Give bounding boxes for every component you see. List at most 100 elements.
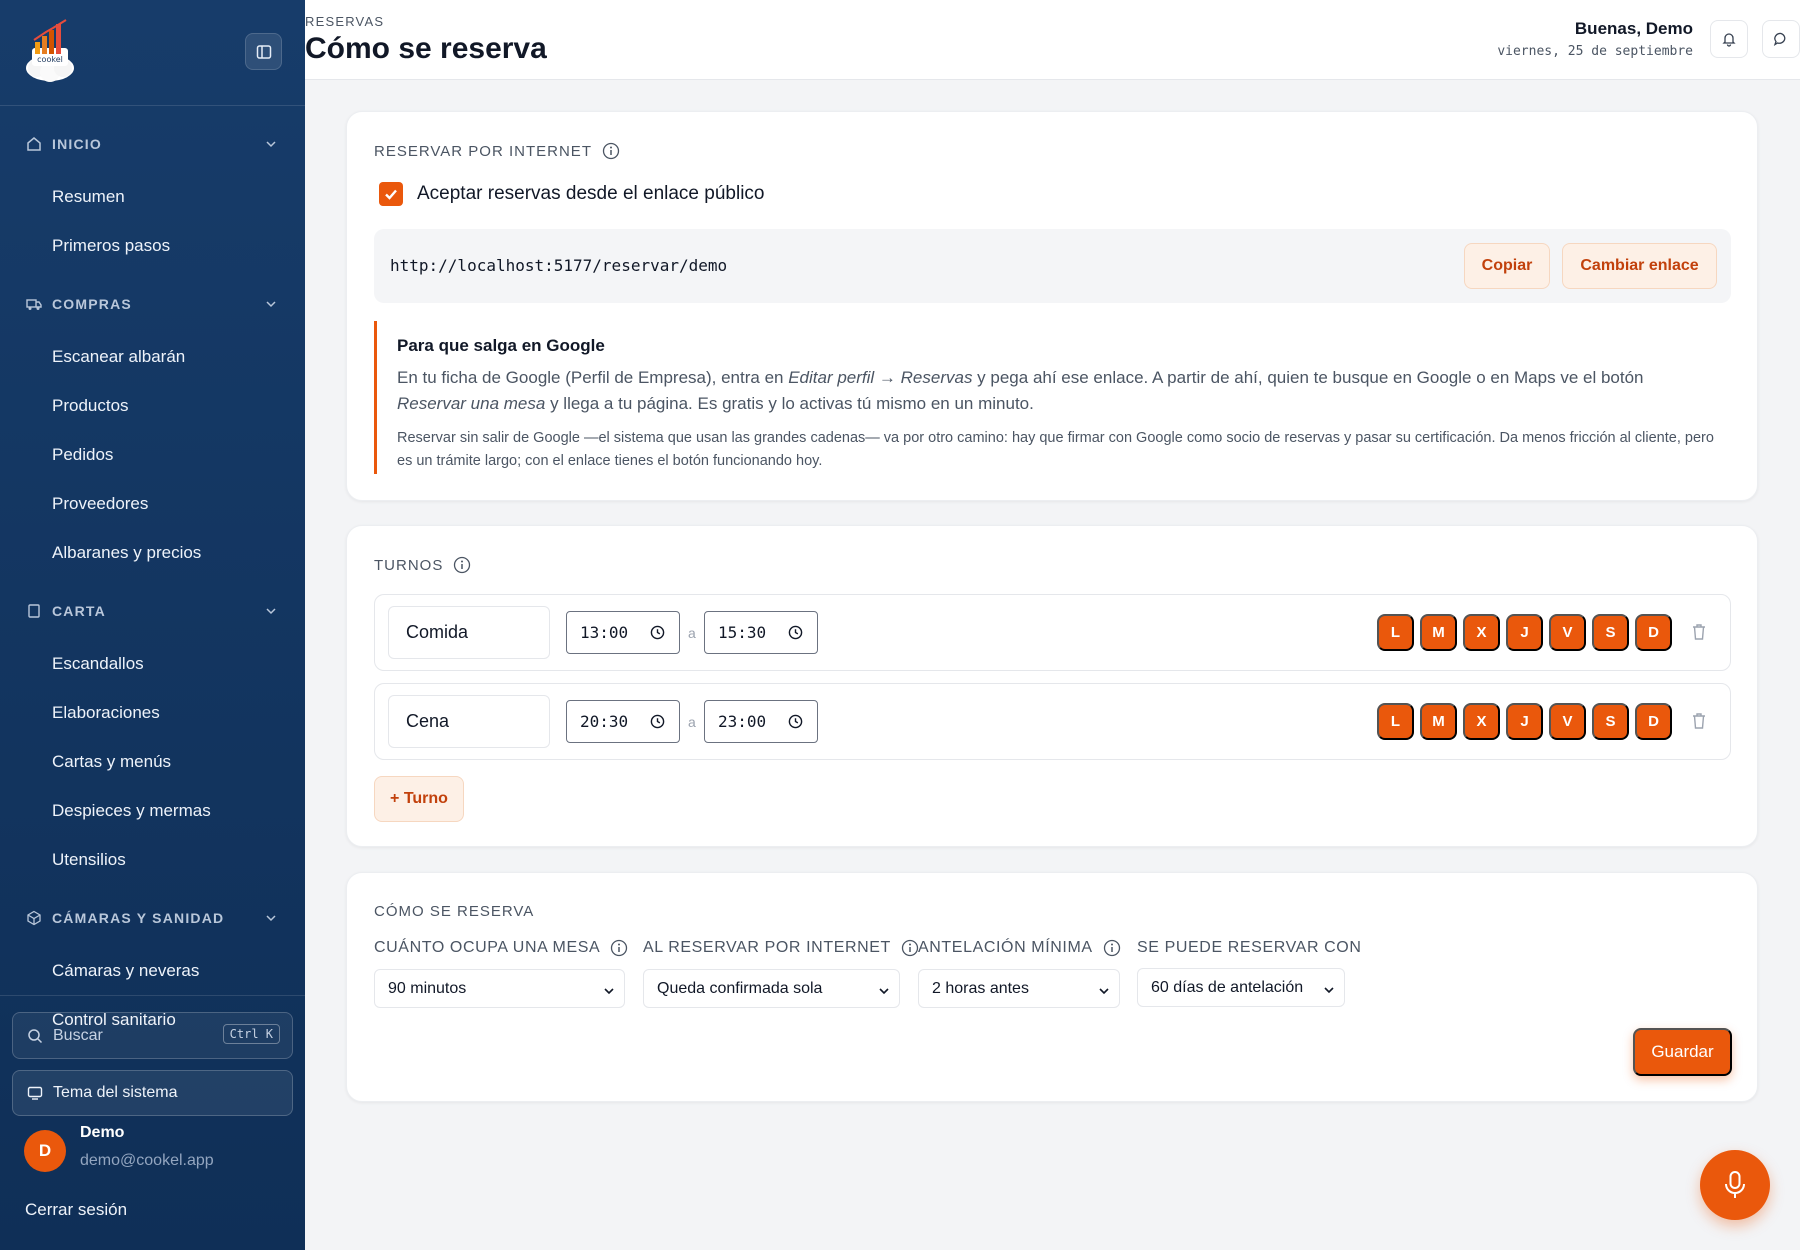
sidebar-item-escanear-albaran[interactable]: Escanear albarán bbox=[0, 332, 305, 381]
shifts-title: TURNOS bbox=[374, 556, 471, 574]
info-icon[interactable] bbox=[602, 142, 620, 160]
checkbox-checked[interactable] bbox=[379, 182, 403, 206]
voice-assistant-button[interactable] bbox=[1700, 1150, 1770, 1220]
save-button[interactable]: Guardar bbox=[1633, 1028, 1732, 1076]
current-date: viernes, 25 de septiembre bbox=[1497, 44, 1693, 59]
chat-button[interactable] bbox=[1762, 20, 1800, 58]
notifications-button[interactable] bbox=[1710, 20, 1748, 58]
add-shift-button[interactable]: + Turno bbox=[374, 776, 464, 822]
info-icon[interactable] bbox=[1103, 939, 1121, 957]
time-value: 23:00 bbox=[718, 712, 767, 731]
public-link-url[interactable]: http://localhost:5177/reservar/demo bbox=[390, 256, 727, 275]
copy-link-button[interactable]: Copiar bbox=[1464, 243, 1550, 289]
shifts-card: TURNOS Comida 13:00 a 15:30 L M X J V S … bbox=[346, 525, 1758, 847]
delete-shift-button[interactable] bbox=[1691, 623, 1707, 646]
shift-end-time[interactable]: 15:30 bbox=[704, 611, 818, 654]
chevron-down-icon bbox=[265, 604, 277, 620]
sidebar-item-cartas-menus[interactable]: Cartas y menús bbox=[0, 737, 305, 786]
trash-icon bbox=[1693, 713, 1705, 729]
accept-label: Aceptar reservas desde el enlace público bbox=[417, 183, 765, 204]
accept-public-link-checkbox[interactable]: Aceptar reservas desde el enlace público bbox=[379, 182, 764, 206]
monitor-icon bbox=[27, 1086, 43, 1100]
sidebar-section-camaras-sanidad[interactable]: CÁMARAS Y SANIDAD bbox=[0, 890, 305, 946]
sidebar-item-albaranes-precios[interactable]: Albaranes y precios bbox=[0, 528, 305, 577]
theme-toggle-button[interactable]: Tema del sistema bbox=[12, 1070, 293, 1116]
shift-row: Comida 13:00 a 15:30 L M X J V S D bbox=[374, 594, 1731, 671]
svg-text:cookel: cookel bbox=[37, 55, 63, 64]
day-toggle-x[interactable]: X bbox=[1463, 703, 1500, 740]
day-toggle-m[interactable]: M bbox=[1420, 703, 1457, 740]
day-toggle-s[interactable]: S bbox=[1592, 703, 1629, 740]
sidebar-item-utensilios[interactable]: Utensilios bbox=[0, 835, 305, 884]
clock-icon bbox=[788, 625, 803, 644]
cookel-logo[interactable]: cookel bbox=[22, 18, 78, 84]
chevron-down-icon bbox=[1323, 983, 1335, 1001]
change-link-button[interactable]: Cambiar enlace bbox=[1562, 243, 1717, 289]
shift-start-time[interactable]: 20:30 bbox=[566, 700, 680, 743]
sidebar-item-camaras-neveras[interactable]: Cámaras y neveras bbox=[0, 946, 305, 995]
collapse-sidebar-button[interactable] bbox=[245, 33, 282, 70]
day-toggle-l[interactable]: L bbox=[1377, 614, 1414, 651]
sidebar-search[interactable]: Buscar Ctrl K bbox=[12, 1012, 293, 1059]
min-notice-select[interactable]: 2 horas antes bbox=[918, 969, 1120, 1008]
info-icon[interactable] bbox=[901, 939, 919, 957]
sidebar-item-pedidos[interactable]: Pedidos bbox=[0, 430, 305, 479]
day-toggle-s[interactable]: S bbox=[1592, 614, 1629, 651]
time-value: 15:30 bbox=[718, 623, 767, 642]
table-duration-select[interactable]: 90 minutos bbox=[374, 969, 625, 1008]
google-callout-text: En tu ficha de Google (Perfil de Empresa… bbox=[397, 368, 1644, 413]
time-separator: a bbox=[688, 625, 696, 641]
shift-name-input[interactable]: Cena bbox=[388, 695, 550, 748]
home-icon bbox=[26, 136, 42, 152]
sidebar-item-despieces-mermas[interactable]: Despieces y mermas bbox=[0, 786, 305, 835]
day-toggle-d[interactable]: D bbox=[1635, 614, 1672, 651]
day-toggle-l[interactable]: L bbox=[1377, 703, 1414, 740]
user-email: demo@cookel.app bbox=[80, 1152, 214, 1169]
day-toggle-j[interactable]: J bbox=[1506, 703, 1543, 740]
sidebar-toggle-icon bbox=[256, 44, 271, 59]
day-toggle-x[interactable]: X bbox=[1463, 614, 1500, 651]
sidebar-item-resumen[interactable]: Resumen bbox=[0, 172, 305, 221]
day-toggle-d[interactable]: D bbox=[1635, 703, 1672, 740]
chevron-down-icon bbox=[603, 984, 615, 1002]
sidebar-item-primeros-pasos[interactable]: Primeros pasos bbox=[0, 221, 305, 270]
day-toggle-v[interactable]: V bbox=[1549, 614, 1586, 651]
google-callout-note: Reservar sin salir de Google —el sistema… bbox=[397, 430, 1714, 469]
greeting: Buenas, Demo bbox=[1574, 19, 1693, 38]
logo-area: cookel bbox=[0, 0, 305, 106]
sidebar-section-inicio[interactable]: INICIO bbox=[0, 116, 305, 172]
sidebar-item-proveedores[interactable]: Proveedores bbox=[0, 479, 305, 528]
day-toggle-v[interactable]: V bbox=[1549, 703, 1586, 740]
info-icon[interactable] bbox=[453, 556, 471, 574]
chat-bubble-icon bbox=[1773, 32, 1786, 46]
field-label-text: AL RESERVAR POR INTERNET bbox=[643, 939, 891, 956]
shift-start-time[interactable]: 13:00 bbox=[566, 611, 680, 654]
time-separator: a bbox=[688, 714, 696, 730]
sidebar-item-productos[interactable]: Productos bbox=[0, 381, 305, 430]
sidebar-section-label: COMPRAS bbox=[52, 296, 132, 312]
shift-name-input[interactable]: Comida bbox=[388, 606, 550, 659]
clock-icon bbox=[650, 625, 665, 644]
online-booking-title: RESERVAR POR INTERNET bbox=[374, 142, 620, 160]
sidebar-section-label: CARTA bbox=[52, 603, 106, 619]
sidebar: cookel INICIO Resumen Primeros pasos COM… bbox=[0, 0, 305, 1250]
day-toggle-j[interactable]: J bbox=[1506, 614, 1543, 651]
sidebar-section-carta[interactable]: CARTA bbox=[0, 583, 305, 639]
info-icon[interactable] bbox=[610, 939, 628, 957]
delete-shift-button[interactable] bbox=[1691, 712, 1707, 735]
sidebar-item-elaboraciones[interactable]: Elaboraciones bbox=[0, 688, 305, 737]
sidebar-item-escandallos[interactable]: Escandallos bbox=[0, 639, 305, 688]
shift-end-time[interactable]: 23:00 bbox=[704, 700, 818, 743]
day-toggle-m[interactable]: M bbox=[1420, 614, 1457, 651]
sidebar-section-compras[interactable]: COMPRAS bbox=[0, 276, 305, 332]
time-value: 13:00 bbox=[580, 623, 629, 642]
bell-icon bbox=[1722, 33, 1736, 47]
box-icon bbox=[26, 910, 42, 926]
online-confirmation-select[interactable]: Queda confirmada sola bbox=[643, 969, 900, 1008]
google-callout: Para que salga en Google En tu ficha de … bbox=[374, 321, 1731, 474]
chevron-down-icon bbox=[265, 911, 277, 927]
microphone-icon bbox=[1725, 1171, 1745, 1198]
select-value: 60 días de antelación bbox=[1151, 978, 1304, 996]
logout-link[interactable]: Cerrar sesión bbox=[25, 1200, 127, 1220]
max-advance-select[interactable]: 60 días de antelación bbox=[1137, 968, 1345, 1007]
